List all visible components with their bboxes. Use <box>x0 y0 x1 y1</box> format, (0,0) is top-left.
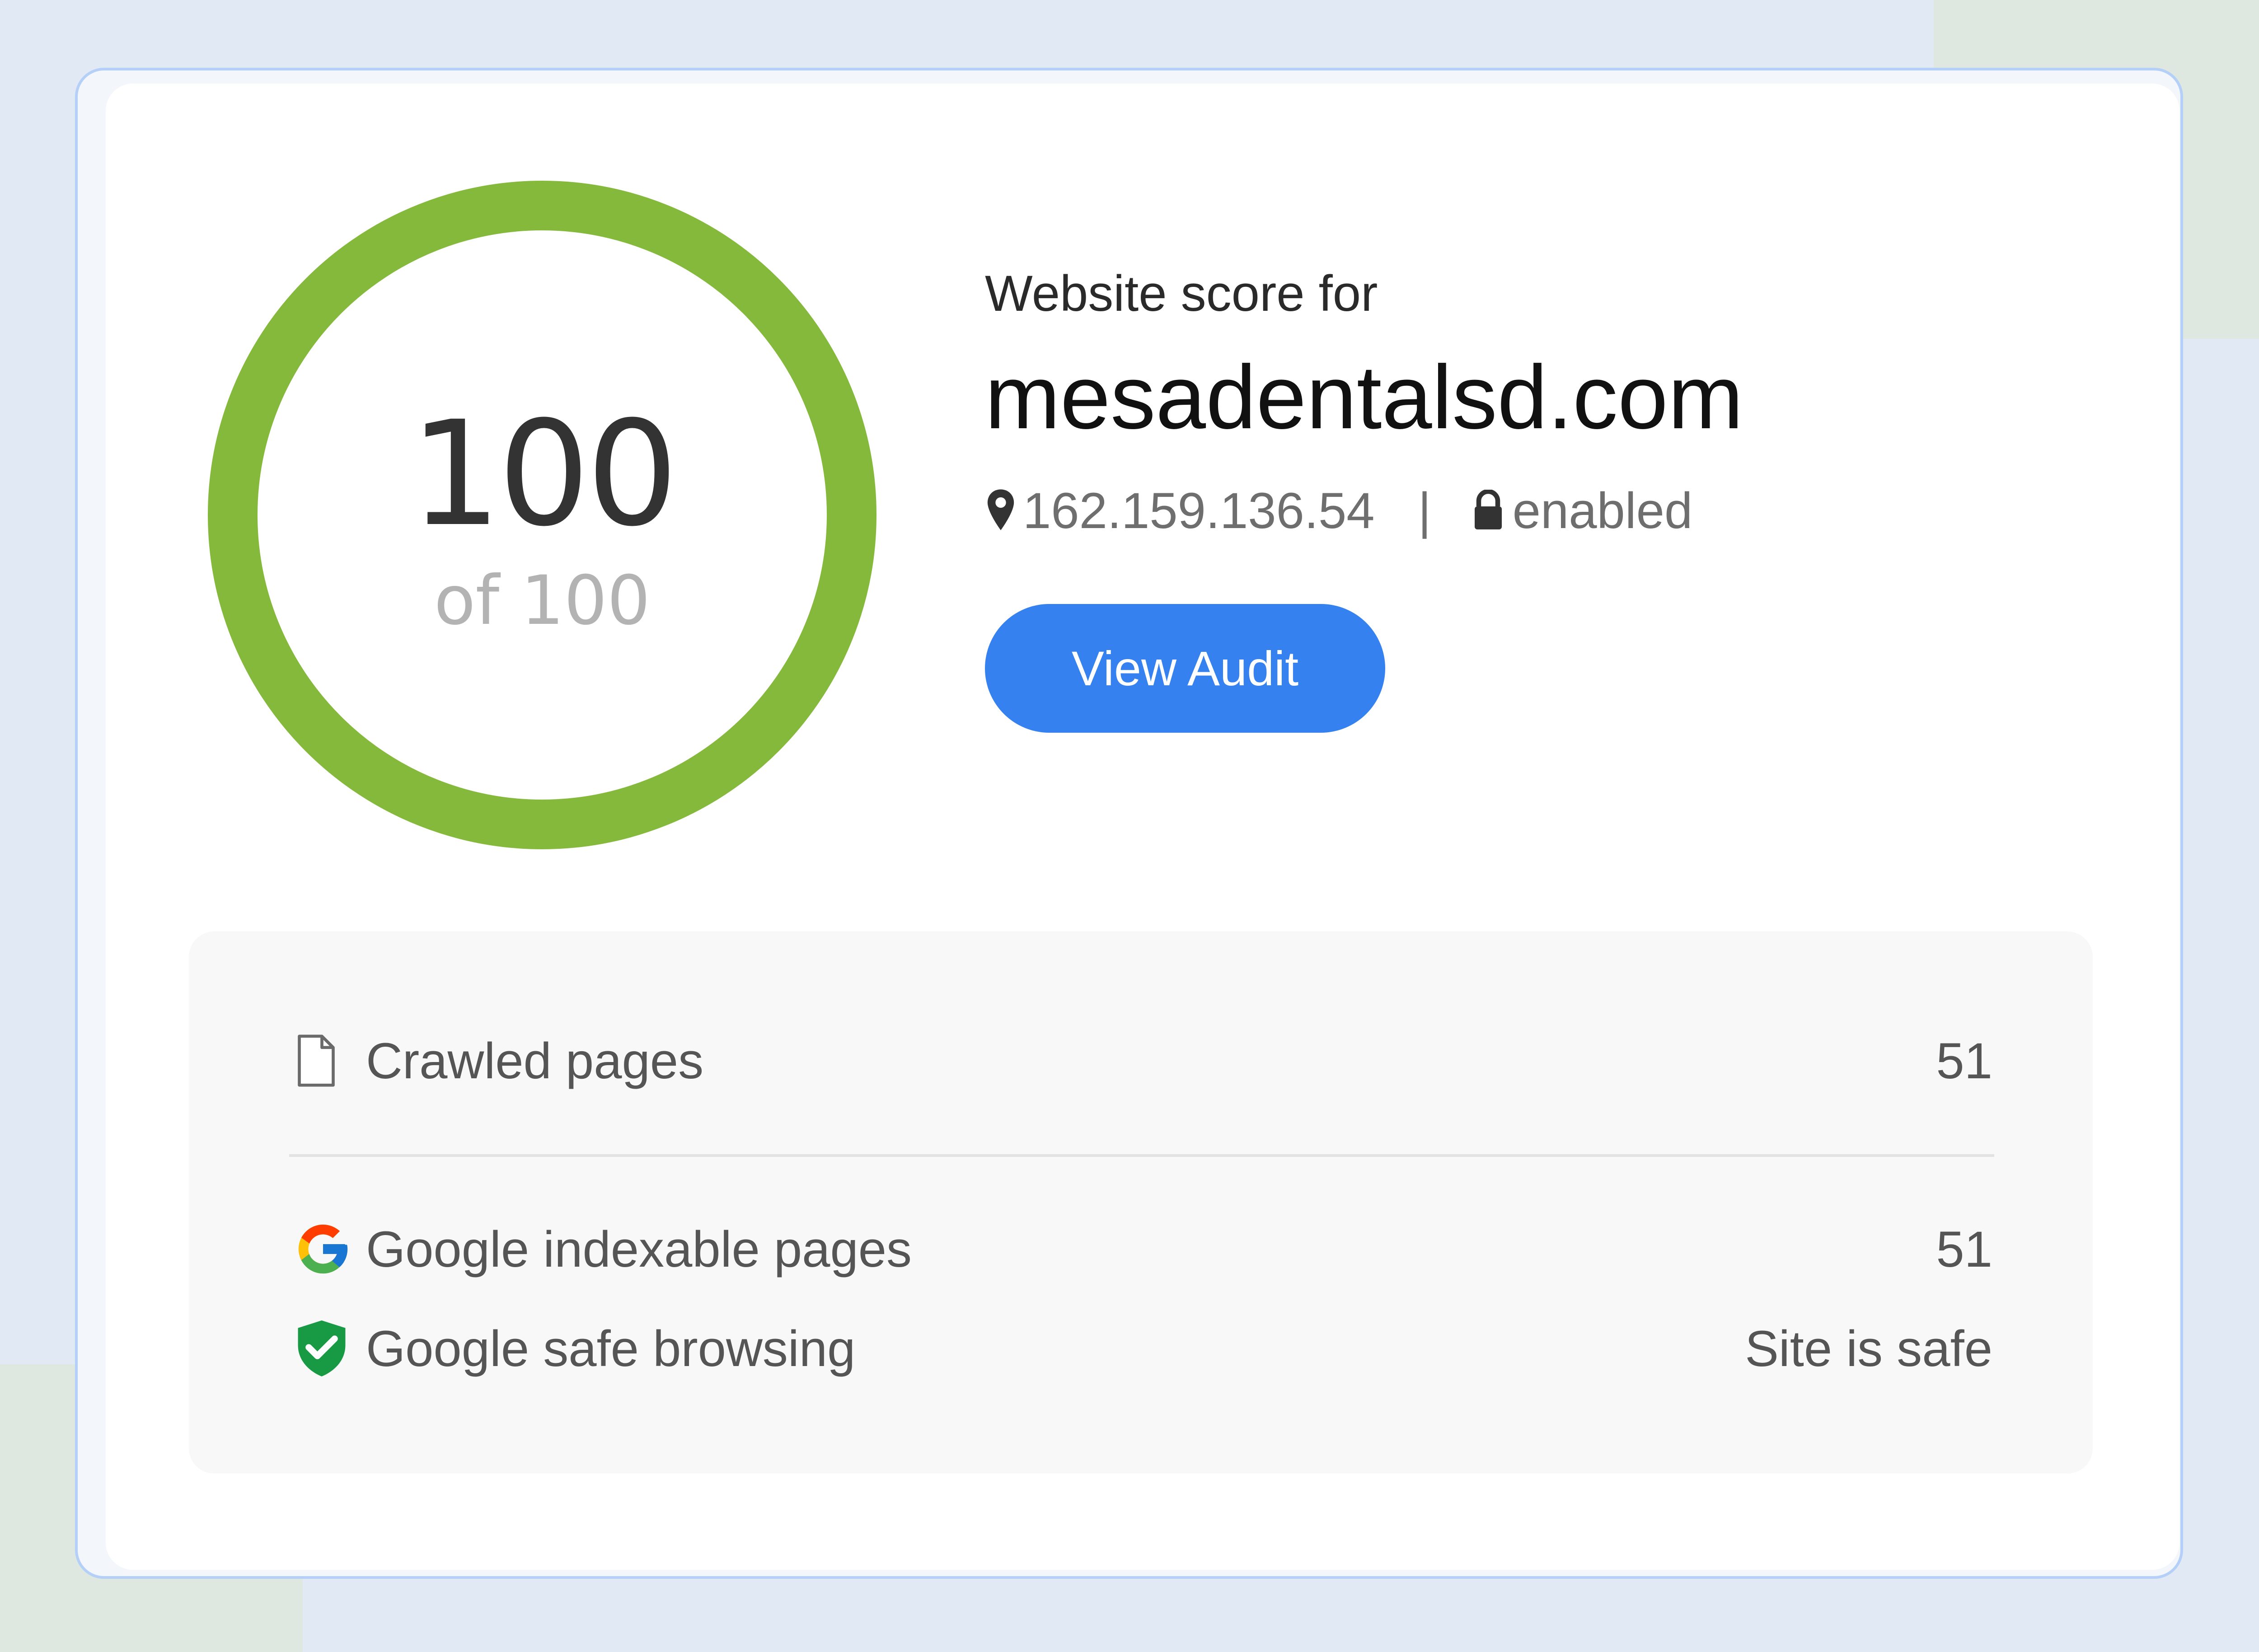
shield-check-icon <box>294 1318 352 1379</box>
google-icon <box>294 1216 352 1282</box>
site-meta-row: 162.159.136.54 | enabled <box>985 479 1692 542</box>
view-audit-button[interactable]: View Audit <box>985 604 1385 733</box>
meta-separator: | <box>1418 482 1431 539</box>
score-of-label: of 100 <box>434 562 651 640</box>
lock-icon <box>1472 490 1504 531</box>
stat-label: Crawled pages <box>366 1032 704 1089</box>
stat-label: Google safe browsing <box>366 1320 856 1377</box>
stat-value: 51 <box>1936 1032 1992 1089</box>
map-pin-icon <box>985 488 1017 533</box>
site-domain: mesadentalsd.com <box>985 347 1743 448</box>
stats-panel <box>189 931 2093 1474</box>
ip-address: 162.159.136.54 <box>1023 482 1375 539</box>
stat-row-crawled-pages: Crawled pages 51 <box>294 1025 1992 1097</box>
stat-row-safe-browsing: Google safe browsing Site is safe <box>294 1312 1992 1385</box>
stat-value: Site is safe <box>1745 1320 1992 1377</box>
stats-divider <box>289 1154 1994 1157</box>
score-value: 100 <box>409 390 679 558</box>
stat-label: Google indexable pages <box>366 1221 912 1278</box>
website-score-label: Website score for <box>985 265 1378 322</box>
stat-value: 51 <box>1936 1221 1992 1278</box>
stat-row-google-indexable: Google indexable pages 51 <box>294 1213 1992 1285</box>
document-icon <box>294 1032 352 1089</box>
ssl-status: enabled <box>1512 482 1693 539</box>
